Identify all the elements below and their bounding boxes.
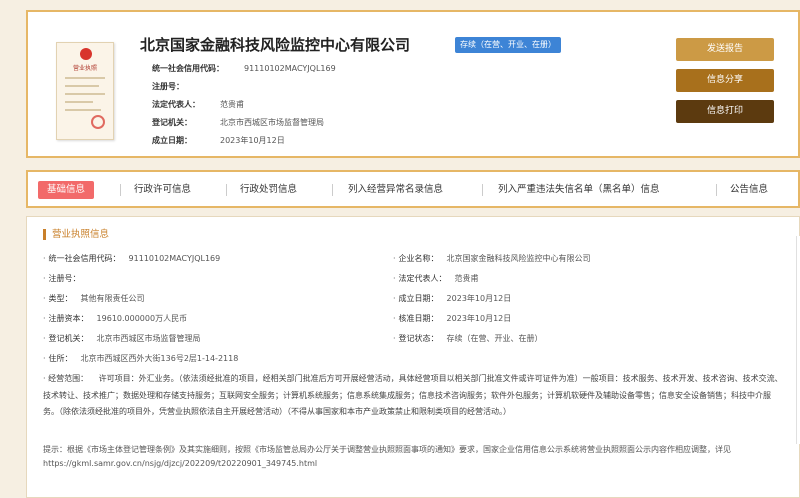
- company-name: 北京国家金融科技风险监控中心有限公司: [140, 36, 411, 54]
- status-badge: 存续（在营、开业、在册）: [455, 37, 561, 53]
- field-row: · 法定代表人： 范贵甫: [393, 274, 479, 283]
- field-label: 登记机关：: [48, 334, 89, 343]
- field-label: 登记状态：: [398, 334, 439, 343]
- field-label: 注册号：: [48, 274, 81, 283]
- field-value: 其他有限责任公司: [80, 294, 145, 303]
- summary-label: 成立日期：: [152, 136, 192, 145]
- field-row: · 类型： 其他有限责任公司: [43, 294, 145, 303]
- field-row: · 核准日期： 2023年10月12日: [393, 314, 512, 323]
- field-value: 北京国家金融科技风险监控中心有限公司: [446, 254, 591, 263]
- tab-separator: [332, 184, 333, 196]
- field-label: 类型：: [48, 294, 73, 303]
- tab-abnormal-operation[interactable]: 列入经营异常名录信息: [348, 181, 443, 199]
- field-row: · 登记状态： 存续（在营、开业、在册）: [393, 334, 543, 343]
- summary-label: 法定代表人：: [152, 100, 200, 109]
- field-row: · 注册号：: [43, 274, 81, 283]
- send-report-button[interactable]: 发送报告: [676, 38, 774, 61]
- field-label: 核准日期：: [398, 314, 439, 323]
- summary-label: 注册号：: [152, 82, 184, 91]
- scrollbar[interactable]: [796, 236, 800, 444]
- company-card: 营业执照 北京国家金融科技风险监控中心有限公司 存续（在营、开业、在册） 统一社…: [26, 10, 800, 158]
- summary-value: 91110102MACYJQL169: [244, 64, 336, 73]
- field-label: 注册资本：: [48, 314, 89, 323]
- section-title: 营业执照信息: [43, 229, 109, 240]
- license-text-line: [65, 77, 105, 79]
- field-row: · 住所： 北京市西城区西外大街136号2层1-14-2118: [43, 354, 239, 363]
- share-info-button[interactable]: 信息分享: [676, 69, 774, 92]
- field-row: · 企业名称： 北京国家金融科技风险监控中心有限公司: [393, 254, 591, 263]
- summary-row: 登记机关： 北京市西城区市场监督管理局: [152, 114, 336, 132]
- field-value: 北京市西城区西外大街136号2层1-14-2118: [80, 354, 239, 363]
- field-value: 范贵甫: [454, 274, 479, 283]
- field-label: 法定代表人：: [398, 274, 447, 283]
- red-seal-icon: [91, 115, 105, 129]
- license-text-line: [65, 85, 99, 87]
- business-license-image[interactable]: 营业执照: [56, 42, 114, 140]
- tab-admin-penalty[interactable]: 行政处罚信息: [240, 181, 297, 199]
- summary-row: 法定代表人： 范贵甫: [152, 96, 336, 114]
- field-value: 19610.000000万人民币: [96, 314, 188, 323]
- tab-admin-license[interactable]: 行政许可信息: [134, 181, 191, 199]
- field-label: 企业名称：: [398, 254, 439, 263]
- field-row: · 注册资本： 19610.000000万人民币: [43, 314, 188, 323]
- tab-basic-info[interactable]: 基础信息: [38, 181, 95, 199]
- info-tabs: 基础信息 行政许可信息 行政处罚信息 列入经营异常名录信息 列入严重违法失信名单…: [26, 170, 800, 208]
- tab-separator: [226, 184, 227, 196]
- business-scope-text: 许可项目：外汇业务。（依法须经批准的项目，经相关部门批准后方可开展经营活动，具体…: [43, 374, 783, 416]
- summary-row: 成立日期： 2023年10月12日: [152, 132, 336, 150]
- field-row: · 登记机关： 北京市西城区市场监督管理局: [43, 334, 201, 343]
- business-scope-label: 经营范围：: [48, 374, 89, 383]
- summary-label: 统一社会信用代码：: [152, 64, 224, 73]
- summary-label: 登记机关：: [152, 118, 192, 127]
- national-emblem-icon: [80, 48, 92, 60]
- tab-separator: [482, 184, 483, 196]
- license-image-title: 营业执照: [72, 65, 97, 72]
- field-label: 成立日期：: [398, 294, 439, 303]
- summary-value: 2023年10月12日: [220, 136, 285, 145]
- license-text-line: [65, 109, 101, 111]
- license-text-line: [65, 93, 105, 95]
- print-info-button[interactable]: 信息打印: [676, 100, 774, 123]
- tab-separator: [716, 184, 717, 196]
- license-info-panel: 营业执照信息 · 统一社会信用代码： 91110102MACYJQL169 · …: [26, 216, 800, 498]
- notice-tip: 提示：根据《市场主体登记管理条例》及其实施细则，按照《市场监管总局办公厅关于调整…: [43, 445, 731, 468]
- tab-blacklist[interactable]: 列入严重违法失信名单（黑名单）信息: [498, 181, 660, 199]
- company-summary: 统一社会信用代码： 91110102MACYJQL169 注册号： 法定代表人：…: [152, 60, 336, 150]
- summary-value: 北京市西城区市场监督管理局: [220, 118, 324, 127]
- field-value: 北京市西城区市场监督管理局: [96, 334, 201, 343]
- business-scope: · 经营范围： 许可项目：外汇业务。（依法须经批准的项目，经相关部门批准后方可开…: [43, 374, 783, 416]
- field-row: · 统一社会信用代码： 91110102MACYJQL169: [43, 254, 221, 263]
- field-value: 2023年10月12日: [446, 314, 512, 323]
- tab-separator: [120, 184, 121, 196]
- field-value: 2023年10月12日: [446, 294, 512, 303]
- field-label: 住所：: [48, 354, 73, 363]
- license-text-line: [65, 101, 93, 103]
- field-value: 91110102MACYJQL169: [128, 254, 221, 263]
- field-label: 统一社会信用代码：: [48, 254, 121, 263]
- summary-value: 范贵甫: [220, 100, 244, 109]
- tab-announcements[interactable]: 公告信息: [730, 181, 768, 199]
- summary-row: 统一社会信用代码： 91110102MACYJQL169: [152, 60, 336, 78]
- field-row: · 成立日期： 2023年10月12日: [393, 294, 512, 303]
- field-value: 存续（在营、开业、在册）: [446, 334, 543, 343]
- summary-row: 注册号：: [152, 78, 336, 96]
